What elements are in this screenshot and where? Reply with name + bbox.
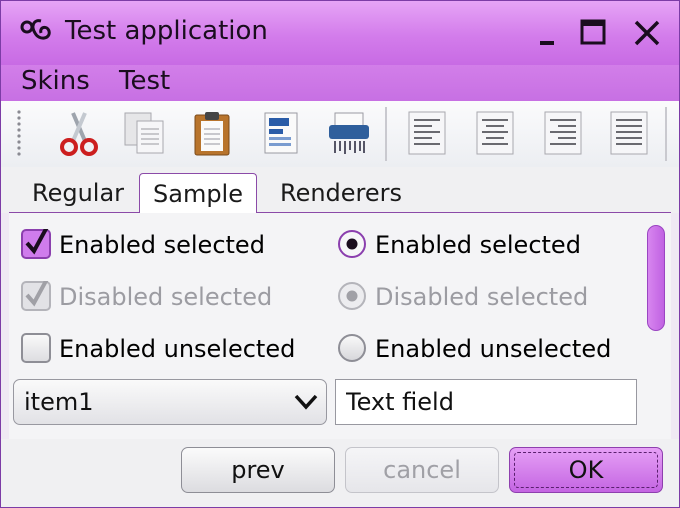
app-icon bbox=[20, 19, 51, 40]
title-bar[interactable]: Test application bbox=[1, 1, 679, 65]
radio-unselected-icon bbox=[338, 334, 366, 362]
radio-label: Disabled selected bbox=[375, 283, 589, 311]
item-combobox[interactable]: item1 bbox=[13, 379, 327, 425]
align-right-icon[interactable] bbox=[539, 109, 587, 157]
shredder-icon[interactable] bbox=[325, 109, 373, 157]
menu-test[interactable]: Test bbox=[119, 66, 170, 96]
align-left-icon[interactable] bbox=[403, 109, 451, 157]
toolbar bbox=[1, 101, 679, 168]
text-field[interactable] bbox=[335, 379, 637, 425]
focus-ring bbox=[514, 452, 658, 488]
window-title: Test application bbox=[65, 16, 268, 46]
menu-bar: Skins Test bbox=[1, 65, 679, 101]
combobox-value: item1 bbox=[24, 388, 94, 416]
chevron-down-icon bbox=[294, 394, 318, 410]
ok-button[interactable]: OK bbox=[509, 447, 663, 493]
radio-label: Enabled selected bbox=[375, 231, 581, 259]
align-justify-icon[interactable] bbox=[605, 109, 653, 157]
radio-selected-disabled-icon bbox=[338, 282, 366, 310]
cut-icon[interactable] bbox=[55, 109, 103, 157]
align-center-icon[interactable] bbox=[471, 109, 519, 157]
button-bar: prev cancel OK bbox=[1, 439, 679, 507]
checkbox-unchecked-icon bbox=[21, 333, 51, 363]
toolbar-separator bbox=[665, 107, 667, 161]
copy-icon[interactable] bbox=[121, 109, 169, 157]
checkbox-checked-disabled-icon bbox=[21, 281, 51, 311]
toolbar-separator bbox=[385, 107, 387, 161]
checkbox-checked-icon bbox=[21, 229, 51, 259]
menu-skins[interactable]: Skins bbox=[21, 66, 90, 96]
maximize-icon[interactable] bbox=[577, 17, 609, 49]
checkbox-label: Enabled unselected bbox=[59, 335, 296, 363]
tab-regular[interactable]: Regular bbox=[19, 173, 137, 213]
radio-label: Enabled unselected bbox=[375, 335, 612, 363]
scrollbar-thumb[interactable] bbox=[647, 225, 665, 331]
prev-button[interactable]: prev bbox=[181, 447, 335, 493]
cancel-button: cancel bbox=[345, 447, 499, 493]
sample-panel: Enabled selected Disabled selected Enabl… bbox=[9, 213, 671, 439]
minimize-icon[interactable] bbox=[533, 17, 565, 49]
properties-icon[interactable] bbox=[257, 109, 305, 157]
paste-icon[interactable] bbox=[189, 109, 237, 157]
tab-sample[interactable]: Sample bbox=[139, 173, 257, 213]
close-icon[interactable] bbox=[631, 17, 663, 49]
toolbar-grip-icon[interactable] bbox=[15, 109, 27, 157]
checkbox-label: Disabled selected bbox=[59, 283, 273, 311]
radio-selected-icon bbox=[338, 230, 366, 258]
checkbox-label: Enabled selected bbox=[59, 231, 265, 259]
application-window: Test application Skins Test Regular Samp… bbox=[0, 0, 680, 508]
tab-renderers[interactable]: Renderers bbox=[263, 173, 419, 213]
tab-strip: Regular Sample Renderers bbox=[1, 167, 679, 213]
